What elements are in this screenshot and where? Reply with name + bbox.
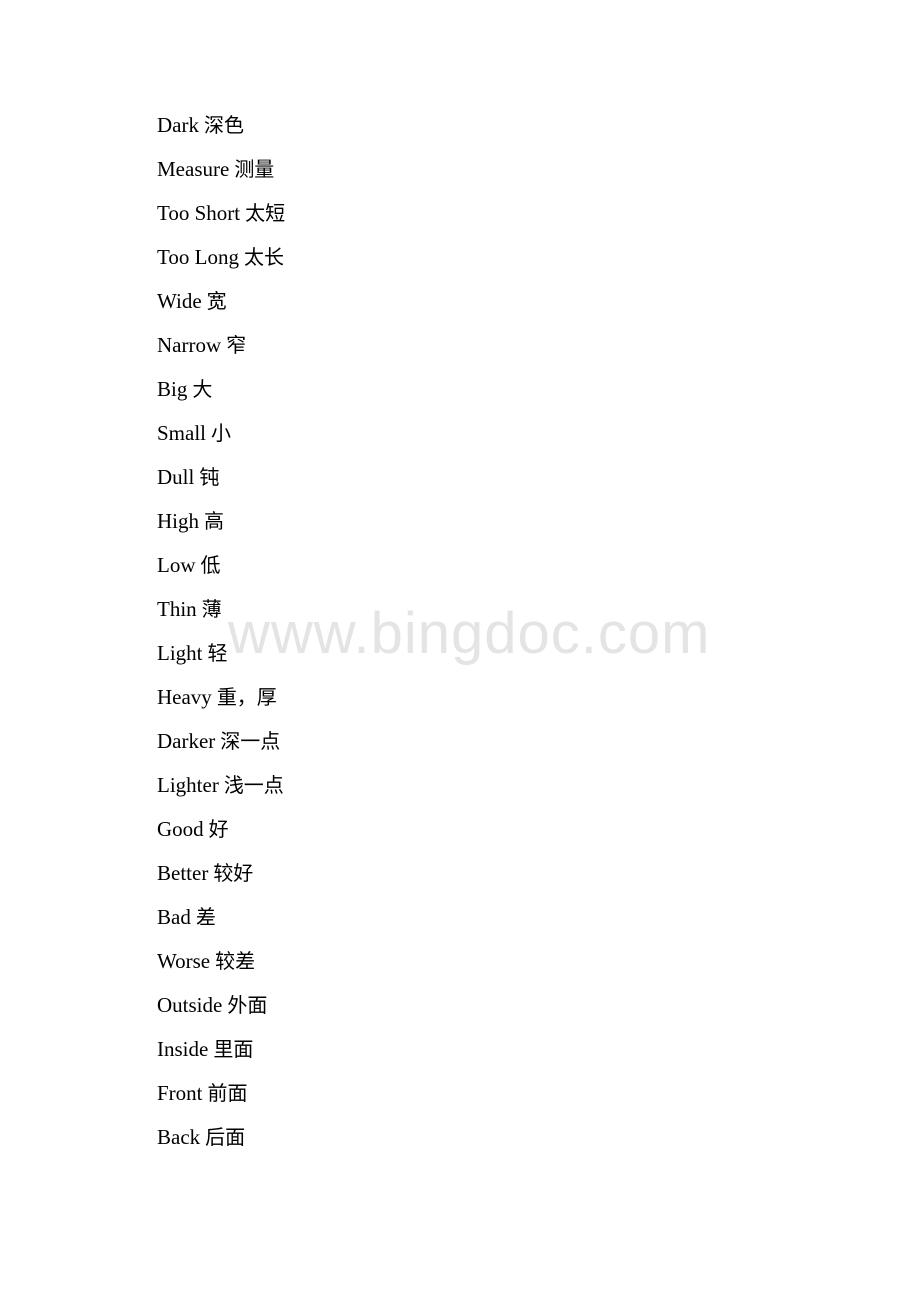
english-term: Heavy <box>157 685 212 709</box>
chinese-term: 外面 <box>227 993 268 1017</box>
chinese-term: 薄 <box>201 597 222 621</box>
vocab-entry: Darker 深一点 <box>157 726 285 770</box>
vocab-entry: Front 前面 <box>157 1078 285 1122</box>
chinese-term: 里面 <box>213 1037 254 1061</box>
vocab-entry: Big 大 <box>157 374 285 418</box>
chinese-term: 高 <box>204 509 224 533</box>
english-term: Big <box>157 377 188 401</box>
vocab-entry: Measure 测量 <box>157 154 285 198</box>
vocab-entry: Better 较好 <box>157 858 285 902</box>
chinese-term: 前面 <box>207 1081 248 1105</box>
chinese-term: 浅一点 <box>223 773 284 797</box>
chinese-term: 太长 <box>243 245 284 269</box>
vocab-entry: Worse 较差 <box>157 946 285 990</box>
vocab-entry: Outside 外面 <box>157 990 285 1034</box>
chinese-term: 深一点 <box>220 729 281 753</box>
chinese-term: 宽 <box>206 289 227 313</box>
document-page: www.bingdoc.com Dark 深色 Measure 测量 Too Sho… <box>0 0 920 1302</box>
english-term: Measure <box>157 157 230 181</box>
english-term: Darker <box>157 729 216 753</box>
vocab-entry: Inside 里面 <box>157 1034 285 1078</box>
english-term: Back <box>157 1125 201 1149</box>
vocab-entry: Back 后面 <box>157 1122 285 1166</box>
english-term: Bad <box>157 905 191 929</box>
english-term: Too Long <box>157 245 239 269</box>
english-term: Better <box>157 861 209 885</box>
vocabulary-list: Dark 深色 Measure 测量 Too Short 太短 Too Long 太长 … <box>157 110 285 1166</box>
chinese-term: 深色 <box>203 113 244 137</box>
vocab-entry: Too Short 太短 <box>157 198 285 242</box>
vocab-entry: High 高 <box>157 506 285 550</box>
english-term: Narrow <box>157 333 222 357</box>
vocab-entry: Thin 薄 <box>157 594 285 638</box>
chinese-term: 低 <box>200 553 221 577</box>
watermark: www.bingdoc.com <box>228 601 711 666</box>
english-term: Worse <box>157 949 211 973</box>
chinese-term: 窄 <box>226 333 247 357</box>
english-term: Good <box>157 817 204 841</box>
vocab-entry: Wide 宽 <box>157 286 285 330</box>
vocab-entry: Small 小 <box>157 418 285 462</box>
vocab-entry: Dull 钝 <box>157 462 285 506</box>
english-term: Thin <box>157 597 197 621</box>
chinese-term: 太短 <box>245 201 286 225</box>
vocab-entry: Lighter 浅一点 <box>157 770 285 814</box>
chinese-term: 小 <box>211 421 232 445</box>
english-term: Front <box>157 1081 203 1105</box>
english-term: Dark <box>157 113 199 137</box>
vocab-entry: Too Long 太长 <box>157 242 285 286</box>
chinese-term: 较好 <box>213 861 254 885</box>
english-term: Too Short <box>157 201 241 225</box>
chinese-term: 重，厚 <box>216 685 277 709</box>
vocab-entry: Narrow 窄 <box>157 330 285 374</box>
english-term: Dull <box>157 465 195 489</box>
english-term: Wide <box>157 289 202 313</box>
vocab-entry: Light 轻 <box>157 638 285 682</box>
chinese-term: 大 <box>192 377 213 401</box>
english-term: High <box>157 509 199 533</box>
chinese-term: 差 <box>195 905 216 929</box>
english-term: Inside <box>157 1037 209 1061</box>
chinese-term: 较差 <box>215 949 256 973</box>
vocab-entry: Heavy 重，厚 <box>157 682 285 726</box>
vocab-entry: Bad 差 <box>157 902 285 946</box>
chinese-term: 好 <box>208 817 229 841</box>
chinese-term: 后面 <box>205 1125 246 1149</box>
english-term: Small <box>157 421 207 445</box>
english-term: Outside <box>157 993 223 1017</box>
english-term: Low <box>157 553 196 577</box>
chinese-term: 测量 <box>234 157 275 181</box>
chinese-term: 钝 <box>199 465 220 489</box>
english-term: Lighter <box>157 773 219 797</box>
vocab-entry: Good 好 <box>157 814 285 858</box>
vocab-entry: Low 低 <box>157 550 285 594</box>
chinese-term: 轻 <box>207 641 228 665</box>
english-term: Light <box>157 641 203 665</box>
vocab-entry: Dark 深色 <box>157 110 285 154</box>
